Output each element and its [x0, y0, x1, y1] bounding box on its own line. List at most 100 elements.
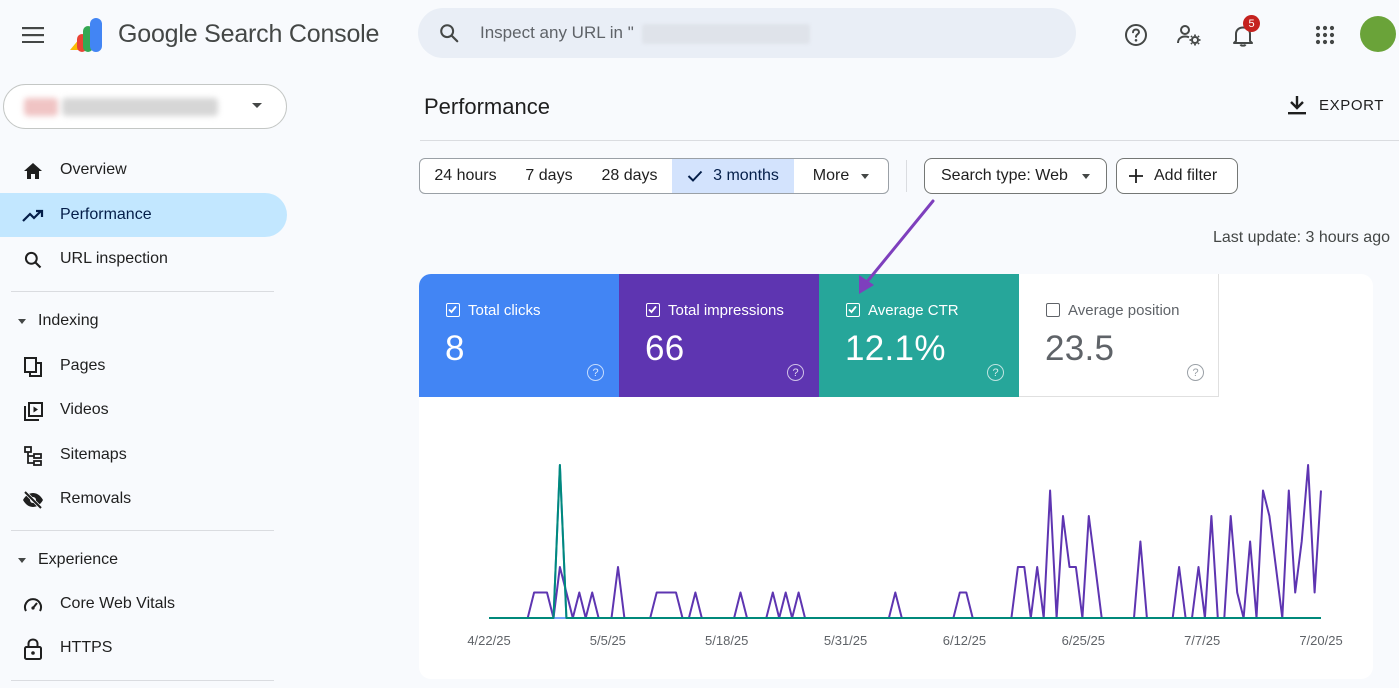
metric-value: 8	[445, 329, 465, 368]
sidebar-item-label: HTTPS	[60, 639, 113, 656]
search-type-label: Search type: Web	[941, 167, 1068, 184]
range-label: 7 days	[525, 167, 573, 184]
metric-value: 66	[645, 329, 685, 368]
help-icon[interactable]: ?	[787, 364, 804, 381]
caret-down-icon	[861, 173, 870, 179]
help-icon[interactable]: ?	[587, 364, 604, 381]
metric-label: Average CTR	[868, 302, 959, 319]
x-tick-label: 5/18/25	[705, 633, 748, 648]
sidebar-item-label: Removals	[60, 490, 132, 507]
hamburger-icon	[22, 27, 44, 43]
range-24-hours[interactable]: 24 hours	[419, 158, 512, 194]
help-icon[interactable]: ?	[987, 364, 1004, 381]
main-menu-button[interactable]	[18, 20, 48, 50]
x-tick-label: 4/22/25	[467, 633, 510, 648]
sitemap-icon	[22, 445, 44, 467]
metric-average-ctr[interactable]: Average CTR 12.1% ?	[819, 274, 1019, 397]
pages-icon	[22, 356, 44, 378]
url-inspect-input[interactable]	[480, 18, 660, 48]
property-favicon-redacted	[24, 98, 58, 116]
sidebar-item-label: Core Web Vitals	[60, 595, 176, 612]
x-tick-label: 7/20/25	[1299, 633, 1342, 648]
sidebar-item-label: Videos	[60, 401, 109, 418]
checkbox-unchecked-icon[interactable]	[1046, 303, 1060, 317]
range-7-days[interactable]: 7 days	[511, 158, 588, 194]
video-icon	[22, 400, 44, 422]
checkbox-checked-icon[interactable]	[446, 303, 460, 317]
account-avatar[interactable]	[1360, 16, 1396, 52]
sidebar-item-performance[interactable]: Performance	[0, 193, 287, 237]
notification-badge: 5	[1243, 15, 1260, 32]
filter-separator	[906, 160, 907, 192]
sidebar-divider	[11, 291, 274, 292]
sidebar-item-https[interactable]: HTTPS	[0, 626, 287, 670]
apps-grid-icon	[1315, 25, 1335, 45]
sidebar-item-core-web-vitals[interactable]: Core Web Vitals	[0, 582, 287, 626]
sidebar-item-label: URL inspection	[60, 250, 168, 267]
metric-value: 23.5	[1045, 329, 1115, 368]
section-label: Indexing	[38, 312, 99, 329]
performance-chart: 4/22/25 5/5/25 5/18/25 5/31/25 6/12/25 6/25/2…	[467, 464, 1343, 648]
sidebar-item-overview[interactable]: Overview	[0, 148, 287, 192]
sidebar-item-label: Sitemaps	[60, 446, 127, 463]
lock-icon	[22, 638, 44, 660]
sidebar-item-removals[interactable]: Removals	[0, 477, 287, 521]
metric-label: Total impressions	[668, 302, 784, 319]
range-label: 28 days	[601, 167, 658, 184]
caret-down-icon	[18, 319, 26, 324]
checkbox-checked-icon[interactable]	[646, 303, 660, 317]
chevron-down-icon	[252, 103, 262, 108]
sidebar-item-label: Overview	[60, 161, 127, 178]
caret-down-icon	[18, 558, 26, 563]
metric-label: Total clicks	[468, 302, 541, 319]
x-tick-label: 7/7/25	[1184, 633, 1220, 648]
check-icon	[687, 170, 703, 182]
help-icon	[1125, 24, 1147, 46]
performance-card: Total clicks 8 ? Total impressions 66 ? …	[419, 274, 1373, 679]
range-more-dropdown[interactable]: More	[794, 158, 889, 194]
property-selector[interactable]	[3, 84, 287, 129]
range-label: More	[812, 167, 850, 184]
export-button[interactable]: EXPORT	[1282, 90, 1390, 122]
metric-total-clicks[interactable]: Total clicks 8 ?	[419, 274, 619, 397]
home-icon	[22, 160, 44, 182]
range-28-days[interactable]: 28 days	[587, 158, 673, 194]
metric-average-position[interactable]: Average position 23.5 ?	[1019, 274, 1219, 397]
x-tick-label: 6/12/25	[943, 633, 986, 648]
manage-users-icon	[1177, 25, 1201, 46]
search-type-filter[interactable]: Search type: Web	[924, 158, 1107, 194]
redacted-domain	[642, 24, 810, 44]
search-icon	[22, 249, 44, 271]
sidebar-item-sitemaps[interactable]: Sitemaps	[0, 433, 287, 477]
metric-total-impressions[interactable]: Total impressions 66 ?	[619, 274, 819, 397]
sidebar-divider	[11, 530, 274, 531]
header-divider	[420, 140, 1399, 141]
sidebar-item-videos[interactable]: Videos	[0, 388, 287, 432]
app-title: Google Search Console	[118, 20, 380, 48]
download-icon	[1288, 96, 1306, 115]
help-button[interactable]	[1120, 19, 1152, 51]
sidebar-section-indexing[interactable]: Indexing	[0, 307, 287, 337]
sidebar-item-pages[interactable]: Pages	[0, 344, 287, 388]
range-3-months[interactable]: 3 months	[672, 158, 795, 194]
apps-button[interactable]	[1309, 19, 1341, 51]
search-console-logo	[70, 18, 102, 52]
metric-value: 12.1%	[845, 329, 946, 368]
add-filter-label: Add filter	[1154, 167, 1218, 184]
trending-up-icon	[22, 205, 44, 227]
x-tick-label: 5/31/25	[824, 633, 867, 648]
sidebar-section-experience[interactable]: Experience	[0, 546, 287, 576]
metric-label: Average position	[1068, 302, 1180, 319]
checkbox-checked-icon[interactable]	[846, 303, 860, 317]
sidebar-item-url-inspection[interactable]: URL inspection	[0, 237, 287, 281]
user-settings-button[interactable]	[1173, 19, 1205, 51]
add-filter-button[interactable]: Add filter	[1116, 158, 1238, 194]
caret-down-icon	[1081, 173, 1090, 179]
help-icon[interactable]: ?	[1187, 364, 1204, 381]
range-label: 3 months	[713, 167, 779, 184]
export-label: EXPORT	[1319, 97, 1385, 114]
search-icon	[440, 24, 459, 43]
gauge-icon	[22, 594, 44, 616]
sidebar-item-label: Pages	[60, 357, 106, 374]
x-tick-label: 5/5/25	[590, 633, 626, 648]
